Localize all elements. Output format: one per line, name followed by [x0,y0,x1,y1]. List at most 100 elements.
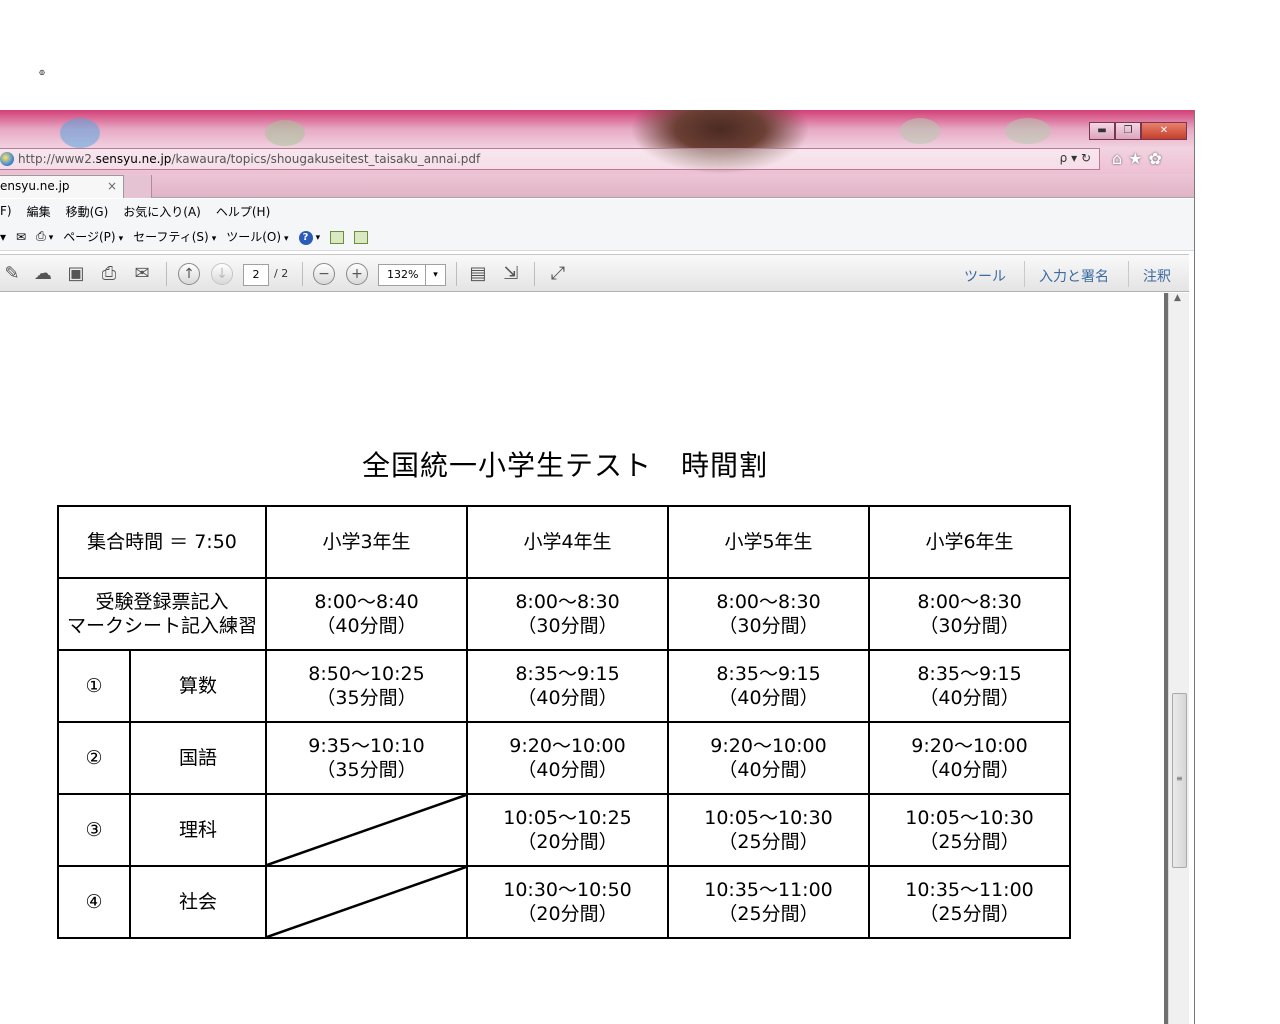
toolbar-divider [1128,261,1129,287]
duration-text: （25分間） [919,903,1020,925]
subject-number: ④ [57,865,131,939]
time-cell: 9:35〜10:10 （35分間） [265,721,468,795]
not-applicable-cell [265,793,468,867]
next-page-icon[interactable]: ↓ [211,263,233,285]
menu-item-help[interactable]: ヘルプ(H) [216,203,270,220]
duration-text: （40分間） [517,687,618,709]
fill-sign-link[interactable]: 入力と署名 [1039,266,1109,286]
page-total: / 2 [274,267,289,280]
scrollbar-thumb[interactable]: ≡ [1172,693,1187,868]
home-icon[interactable]: ⌂ [1112,149,1122,168]
assembly-time-cell: 集合時間 ＝ 7:50 [57,505,267,579]
table-row: ③ 理科 10:05〜10:25 （20分間） 10:05〜10:30 （25分間）… [57,793,1071,867]
help-menu[interactable]: ? ▾ [298,229,320,245]
page-menu[interactable]: ページ(P) ▾ [63,228,123,245]
grip-icon: ≡ [1176,774,1183,783]
registration-label-line: マークシート記入練習 [66,615,257,637]
zoom-in-icon[interactable]: + [346,263,368,285]
fit-page-icon[interactable]: ▤ [467,263,489,285]
time-text: 10:30〜10:50 [503,879,632,901]
address-bar[interactable]: http://www2.sensyu.ne.jp/kawaura/topics/… [0,148,1100,170]
title-bar: ▬ ❐ ✕ http://www2.sensyu.ne.jp/kawaura/t… [0,110,1194,174]
table-row: 受験登録票記入 マークシート記入練習 8:00〜8:40 （40分間） 8:00〜… [57,577,1071,651]
duration-text: （30分間） [718,615,819,637]
tab-label: ensyu.ne.jp [0,179,70,193]
prev-page-icon[interactable]: ↑ [178,263,200,285]
menu-item-go[interactable]: 移動(G) [66,203,109,220]
screen: { "stray_mark": "๏", "browser": { "url_p… [0,0,1280,1024]
research-icon[interactable] [330,230,345,244]
vertical-scrollbar[interactable]: ▲ ≡ [1168,293,1189,1024]
scroll-up-icon[interactable]: ▲ [1174,293,1181,303]
zoom-select[interactable]: 132% ▾ [378,264,446,286]
print-icon[interactable]: ⎙ [98,263,120,285]
duration-text: （40分間） [718,687,819,709]
page-number-input[interactable]: 2 [243,264,269,286]
tab-active[interactable]: ensyu.ne.jp × [0,175,124,198]
email-icon[interactable]: ✉ [131,263,153,285]
upload-cloud-icon[interactable]: ☁ [32,263,54,285]
wallpaper-shape [900,118,940,144]
address-url[interactable]: http://www2.sensyu.ne.jp/kawaura/topics/… [18,152,480,166]
safety-menu[interactable]: セーフティ(S) ▾ [133,228,216,245]
print-icon[interactable]: ⎙ ▾ [36,229,53,244]
grade-header: 小学6年生 [868,505,1071,579]
home-dropdown-icon[interactable]: ▾ [0,230,6,244]
tab-strip: ensyu.ne.jp × [0,174,1194,198]
wallpaper-shape [265,120,305,146]
fit-width-icon[interactable]: ⇲ [500,263,522,285]
close-button[interactable]: ✕ [1141,122,1187,140]
time-cell: 10:30〜10:50 （20分間） [466,865,669,939]
time-cell: 8:00〜8:30 （30分間） [868,577,1071,651]
table-row: ④ 社会 10:30〜10:50 （20分間） 10:35〜11:00 （25分間）… [57,865,1071,939]
subject-number: ③ [57,793,131,867]
subject-number: ① [57,649,131,723]
time-cell: 10:35〜11:00 （25分間） [868,865,1071,939]
grade-header: 小学4年生 [466,505,669,579]
time-text: 9:20〜10:00 [911,735,1028,757]
time-text: 10:05〜10:30 [905,807,1034,829]
feeds-icon[interactable]: ✉ [16,230,26,244]
duration-text: （25分間） [919,831,1020,853]
menu-item-edit[interactable]: 編集 [27,203,51,220]
window-controls: ▬ ❐ ✕ [1089,122,1187,140]
toolbar-divider [1024,261,1025,287]
diagonal-slash [267,867,466,937]
zoom-out-icon[interactable]: − [313,263,335,285]
duration-text: （40分間） [919,759,1020,781]
document-title: 全国統一小学生テスト 時間割 [361,449,768,482]
duration-text: （30分間） [517,615,618,637]
duration-text: （40分間） [517,759,618,781]
save-icon[interactable]: ▣ [65,263,87,285]
menu-item-file[interactable]: F) [0,204,12,218]
search-refresh-icons[interactable]: ρ ▾ ↻ [1060,151,1091,165]
wallpaper-shape [60,118,100,148]
tab-close-icon[interactable]: × [107,176,117,197]
new-tab-button[interactable] [124,175,152,198]
table-row: ① 算数 8:50〜10:25 （35分間） 8:35〜9:15 （40分間） 8:… [57,649,1071,723]
time-text: 8:50〜10:25 [308,663,425,685]
duration-text: （35分間） [316,687,417,709]
chevron-down-icon[interactable]: ▾ [425,265,445,285]
create-icon[interactable]: ✎ [1,263,23,285]
time-cell: 8:00〜8:30 （30分間） [466,577,669,651]
gear-icon[interactable]: ✿ [1149,149,1162,168]
onenote-icon[interactable] [354,230,369,244]
toolbar-divider [302,262,303,286]
fullscreen-icon[interactable]: ⤢ [547,263,569,285]
favorites-icon[interactable]: ★ [1128,149,1142,168]
tools-menu[interactable]: ツール(O) ▾ [226,228,288,245]
time-text: 8:00〜8:40 [314,591,419,613]
duration-text: （40分間） [718,759,819,781]
time-text: 8:00〜8:30 [515,591,620,613]
toolbar-divider [534,262,535,286]
tools-pane-link[interactable]: ツール [964,266,1006,286]
maximize-button[interactable]: ❐ [1115,122,1141,140]
time-cell: 8:35〜9:15 （40分間） [466,649,669,723]
time-text: 9:35〜10:10 [308,735,425,757]
toolbar-divider [456,262,457,286]
minimize-button[interactable]: ▬ [1089,122,1115,140]
comment-link[interactable]: 注釈 [1143,266,1171,286]
time-text: 8:35〜9:15 [515,663,620,685]
menu-item-favorites[interactable]: お気に入り(A) [123,203,201,220]
